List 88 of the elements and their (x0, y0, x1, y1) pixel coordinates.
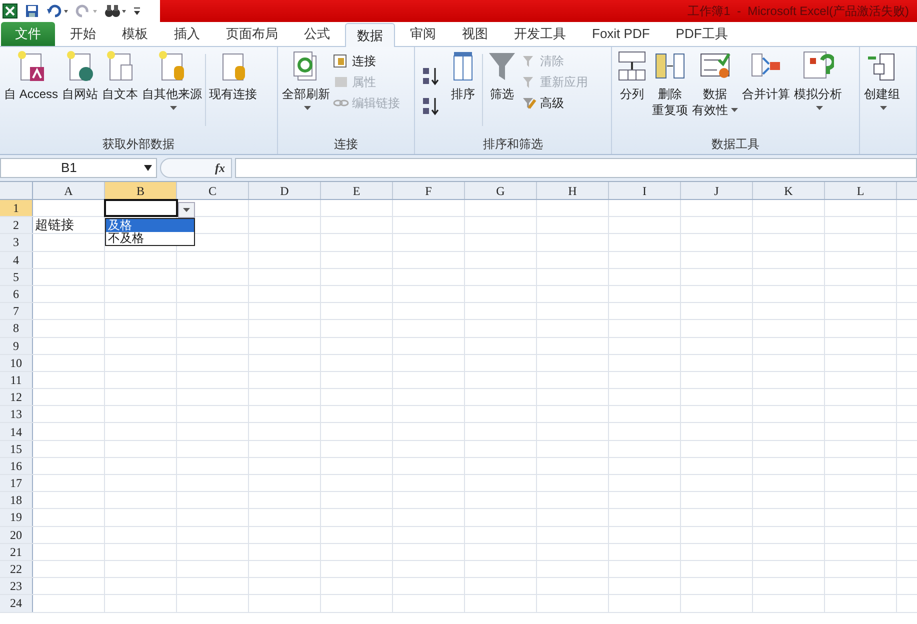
advanced-filter-icon (521, 95, 537, 111)
row-header[interactable]: 9 (0, 338, 33, 354)
row-header[interactable]: 13 (0, 406, 33, 422)
row-header[interactable]: 16 (0, 458, 33, 474)
ribbon-button[interactable]: 合并计算 (741, 50, 791, 102)
ribbon-small-button[interactable]: 连接 (333, 52, 400, 70)
window-title: 工作簿1 - Microsoft Excel(产品激活失败) (688, 3, 909, 20)
ribbon-button[interactable]: 数据 有效性 (691, 50, 739, 118)
ribbon-tab[interactable]: 页面布局 (213, 22, 291, 46)
row-header[interactable]: 24 (0, 595, 33, 612)
save-icon[interactable] (24, 3, 40, 19)
row-header[interactable]: 2 (0, 217, 33, 234)
row-header[interactable]: 14 (0, 423, 33, 440)
row-header[interactable]: 11 (0, 372, 33, 388)
ribbon-tab[interactable]: 公式 (291, 22, 343, 46)
dropdown-option[interactable]: 不及格 (106, 232, 194, 245)
column-header[interactable]: I (609, 182, 681, 199)
ribbon-button[interactable]: 模拟分析 (793, 50, 843, 114)
row-header[interactable]: 5 (0, 268, 33, 285)
row-header[interactable]: 18 (0, 492, 33, 508)
link-icon (333, 53, 349, 69)
ribbon-tab[interactable]: 视图 (449, 22, 501, 46)
column-header[interactable]: B (105, 182, 177, 199)
ribbon-button[interactable]: 筛选 (485, 50, 519, 102)
ribbon-tab[interactable]: 数据 (345, 23, 395, 47)
ribbon-button[interactable]: 全部刷新 (281, 50, 331, 114)
row-header[interactable]: 12 (0, 389, 33, 406)
dropdown-arrow-icon (144, 165, 152, 171)
sort-descending-icon[interactable] (422, 96, 440, 116)
ribbon-button[interactable]: 排序 (446, 50, 480, 102)
ribbon-tab[interactable]: 审阅 (397, 22, 449, 46)
column-header[interactable]: E (321, 182, 393, 199)
column-header[interactable]: H (537, 182, 609, 199)
undo-icon[interactable] (46, 3, 69, 19)
row-header[interactable]: 3 (0, 234, 33, 251)
column-header[interactable]: C (177, 182, 249, 199)
ribbon-tab[interactable]: 文件 (1, 22, 55, 46)
row-header[interactable]: 23 (0, 578, 33, 594)
sort-ascending-icon[interactable] (422, 66, 440, 86)
caret-icon (183, 208, 190, 212)
row-header[interactable]: 15 (0, 440, 33, 457)
row-header[interactable]: 10 (0, 354, 33, 371)
row-header[interactable]: 17 (0, 475, 33, 492)
name-box[interactable]: B1 (0, 158, 157, 178)
ribbon-button[interactable]: 分列 (615, 50, 649, 102)
insert-function-button[interactable]: fx (215, 159, 225, 177)
binoculars-icon[interactable] (104, 3, 127, 19)
active-cell[interactable] (105, 200, 177, 216)
ribbon-tab[interactable]: 开始 (57, 22, 109, 46)
database-file-icon (15, 50, 47, 82)
column-header[interactable]: D (249, 182, 321, 199)
row-header[interactable]: 6 (0, 286, 33, 302)
ribbon-tab[interactable]: PDF工具 (662, 22, 741, 46)
row-header[interactable]: 22 (0, 560, 33, 578)
ribbon-tab[interactable]: 插入 (161, 22, 213, 46)
ribbon-tab[interactable]: Foxit PDF (579, 22, 663, 46)
column-header[interactable]: K (753, 182, 825, 199)
column-header[interactable]: G (465, 182, 537, 199)
group-label: 数据工具 (712, 136, 760, 153)
row-header[interactable]: 21 (0, 544, 33, 560)
column-header[interactable]: J (681, 182, 753, 199)
group-label: 连接 (334, 136, 358, 153)
split-columns-icon (616, 50, 648, 82)
row-header[interactable]: 1 (0, 200, 33, 216)
ribbon-button[interactable]: 删除 重复项 (651, 50, 689, 118)
group-label: 获取外部数据 (102, 136, 174, 153)
ribbon-small-button[interactable]: 高级 (521, 94, 588, 112)
formula-input[interactable] (235, 158, 917, 178)
ribbon-tab[interactable]: 开发工具 (501, 22, 579, 46)
ribbon-tab[interactable]: 模板 (109, 22, 161, 46)
group-label: 排序和筛选 (483, 136, 543, 153)
row-header[interactable]: 7 (0, 303, 33, 320)
dropdown-option[interactable]: 及格 (106, 219, 194, 232)
column-header[interactable]: F (393, 182, 465, 199)
row-header[interactable]: 19 (0, 509, 33, 526)
row-header[interactable]: 4 (0, 252, 33, 268)
ribbon-button[interactable]: 自文本 (101, 50, 140, 102)
ribbon-button[interactable]: 自其他来源 (141, 50, 204, 114)
ribbon-button[interactable]: 自网站 (61, 50, 100, 102)
properties-icon (333, 74, 349, 90)
dropdown-button[interactable] (178, 202, 195, 218)
funnel-icon (486, 50, 518, 82)
ribbon-button[interactable]: 自 Access (3, 50, 60, 102)
column-header[interactable]: L (825, 182, 897, 199)
ribbon-button[interactable]: 创建组 (863, 50, 901, 114)
row-header[interactable]: 20 (0, 526, 33, 543)
ribbon-button[interactable]: 现有连接 (208, 50, 258, 102)
row-header[interactable]: 8 (0, 320, 33, 336)
